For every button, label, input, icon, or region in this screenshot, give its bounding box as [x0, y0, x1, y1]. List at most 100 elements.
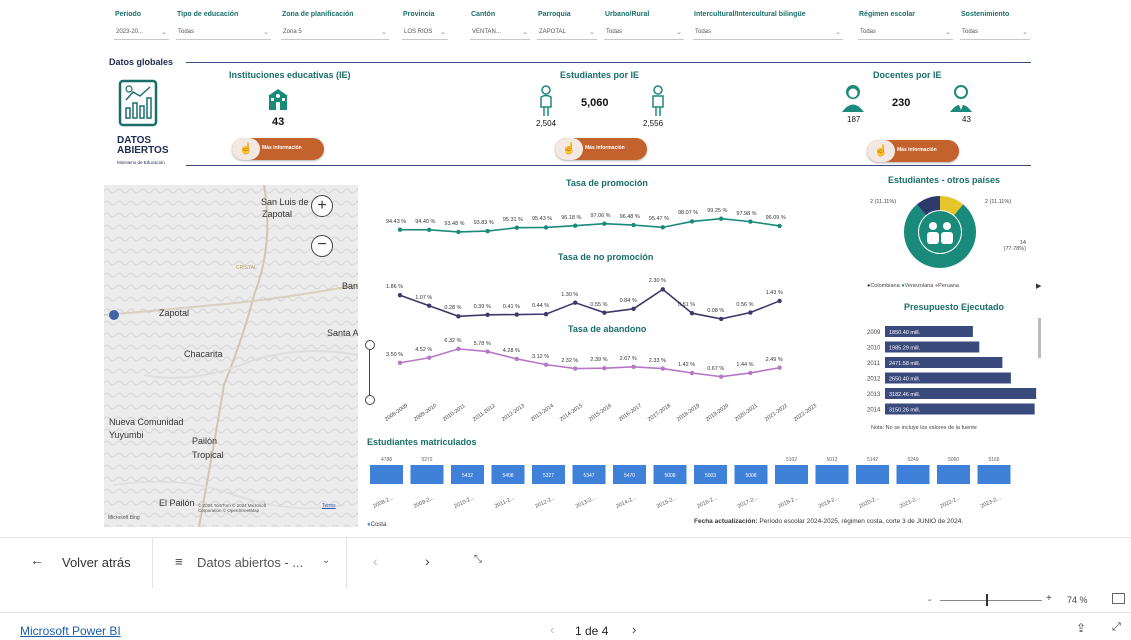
pie-chart — [904, 196, 976, 268]
kpi-teachers-female: 187 — [847, 115, 861, 124]
filter-dropdown[interactable]: Todas ⌄ — [176, 27, 271, 40]
enrolled-bar-label: 5166 — [988, 457, 999, 463]
datos-globales-title: Datos globales — [109, 57, 174, 67]
line-point — [543, 225, 549, 230]
budget-scrollbar[interactable] — [1038, 318, 1041, 358]
hand-pointer-icon: ☝ — [232, 138, 260, 160]
chevron-down-icon: ⌄ — [522, 29, 528, 36]
nav-divider — [152, 538, 153, 588]
line-point — [573, 300, 578, 305]
map-place-label: Chacarita — [184, 349, 223, 359]
line-point — [689, 219, 695, 224]
filter-dropdown[interactable]: Todas ⌄ — [604, 27, 684, 40]
zoom-slider-thumb[interactable] — [986, 594, 988, 606]
enrolled-category-label: 2023-2... — [980, 495, 1003, 510]
zoom-out-button[interactable]: − — [311, 235, 333, 257]
female-teacher-icon — [840, 83, 866, 118]
filter-dropdown[interactable]: VENTAN... ⌄ — [470, 27, 530, 40]
prev-page-footer-icon[interactable]: ‹ — [550, 622, 554, 637]
page-menu-dropdown[interactable]: Datos abiertos - ... — [197, 555, 303, 570]
line-point — [456, 346, 461, 352]
line-point — [456, 314, 461, 319]
filter-dropdown[interactable]: ZAPOTAL ⌄ — [537, 27, 597, 40]
filter-dropdown[interactable]: Todas ⌄ — [960, 27, 1030, 40]
line-point-label: 99.25 % — [707, 207, 728, 214]
enrolled-bar-label: 5012 — [826, 457, 837, 463]
fullscreen-icon[interactable]: ⤢ — [1112, 621, 1121, 634]
map[interactable]: San Luis de Zapotal Zapotal Chacarita Nueva … — [104, 185, 358, 527]
budget-bar-label: 3150.26 mill. — [889, 408, 921, 414]
line-point-label: 94.40 % — [415, 218, 436, 225]
next-page-icon[interactable]: › — [425, 553, 430, 569]
report-nav-bar: ← Volver atrás ≡ Datos abiertos - ... ⌄ … — [0, 537, 1131, 606]
line-point — [631, 364, 636, 370]
map-place-label: Zapotal — [262, 209, 293, 219]
zoom-in-icon[interactable]: + — [1046, 593, 1052, 604]
line-point — [631, 222, 636, 228]
filter-dropdown[interactable]: 2023-20... ⌄ — [114, 27, 169, 40]
nav-divider-2 — [346, 538, 347, 588]
more-info-button-students[interactable]: ☝ Más información — [555, 138, 647, 160]
line-point — [427, 227, 432, 232]
filter-value: Todas — [962, 29, 979, 35]
back-arrow-icon[interactable]: ← — [30, 552, 44, 568]
line-point-label: 96.18 % — [561, 214, 582, 221]
fit-to-page-icon[interactable] — [1112, 593, 1125, 604]
line-point — [719, 216, 724, 221]
enrolled-category-label: 2012-2... — [534, 495, 557, 510]
zoom-in-button[interactable]: + — [311, 195, 333, 217]
zoom-out-icon[interactable]: - — [928, 595, 931, 606]
power-bi-link[interactable]: Microsoft Power BI — [20, 624, 121, 638]
next-page-footer-icon[interactable]: › — [632, 622, 636, 637]
line-point — [777, 298, 782, 304]
filter-dropdown[interactable]: Todas ⌄ — [693, 27, 843, 40]
line-point — [719, 374, 724, 379]
legend-next-arrow-icon[interactable]: ▶ — [1036, 282, 1041, 290]
line-point-label: 1.86 % — [386, 284, 404, 291]
page-list-icon: ≡ — [175, 554, 183, 569]
line-point — [660, 366, 665, 371]
zoom-slider-track[interactable] — [940, 600, 1042, 601]
share-icon[interactable]: ⇪ — [1076, 621, 1086, 635]
back-button[interactable]: Volver atrás — [62, 555, 131, 570]
line-point-label: 2.30 % — [648, 278, 666, 285]
filter-dropdown[interactable]: Zona 5 ⌄ — [281, 27, 389, 40]
line-point — [485, 228, 490, 234]
enrolled-bar-chart: 4788 2008-2... 5272 2009-2... 5432 2010-2... 5… — [370, 457, 1011, 510]
chevron-down-icon[interactable]: ⌄ — [322, 555, 330, 566]
kpi-teachers-male: 43 — [962, 115, 971, 124]
map-terms-link[interactable]: Terms — [322, 503, 336, 509]
budget-bar-label: 2471.58 mill. — [889, 361, 921, 367]
prev-page-icon[interactable]: ‹ — [373, 553, 378, 569]
line-point-label: 0.28 % — [444, 305, 462, 312]
line-point-label: 2.49 % — [765, 356, 783, 363]
line-point — [748, 310, 753, 315]
budget-bar-chart: 2009 1850.40 mill. 2010 1985.29 mill. 2011 24… — [867, 326, 1037, 415]
line-point-label: 0.41 % — [502, 303, 520, 310]
filter-dropdown[interactable]: LOS RIOS ⌄ — [402, 27, 448, 40]
line-point — [485, 349, 490, 354]
filter-dropdown[interactable]: Todas ⌄ — [858, 27, 953, 40]
kpi-students-total: 5,060 — [581, 97, 609, 109]
enrolled-bar — [815, 465, 849, 484]
enrolled-bar-label: 5142 — [867, 457, 878, 463]
more-info-button-ie[interactable]: ☝ Más información — [232, 138, 324, 160]
enrolled-bar-label: 5008 — [745, 473, 756, 479]
line-point-label: 98.07 % — [678, 210, 699, 217]
enrolled-bar — [410, 465, 444, 484]
enrolled-bar-label: 5249 — [907, 457, 918, 463]
male-teacher-icon — [948, 83, 974, 118]
line-point — [602, 366, 607, 371]
budget-bar-label: 1850.40 mill. — [889, 330, 921, 336]
line-point-label: 95.31 % — [502, 216, 523, 223]
filter-value: Zona 5 — [283, 29, 302, 35]
line-point-label: 2.67 % — [619, 355, 637, 362]
chevron-down-icon: ⌄ — [676, 29, 682, 36]
line-point-label: 97.98 % — [736, 210, 757, 217]
filter-value: 2023-20... — [116, 29, 144, 35]
collapse-icon[interactable]: ⤡ — [474, 554, 482, 565]
map-place-label: San Luis de — [261, 197, 309, 207]
enrolled-bar-label: 5003 — [705, 473, 716, 479]
update-note: Fecha actualización: Período escolar 202… — [694, 518, 964, 525]
more-info-button-teachers[interactable]: ☝ Más información — [867, 140, 959, 162]
